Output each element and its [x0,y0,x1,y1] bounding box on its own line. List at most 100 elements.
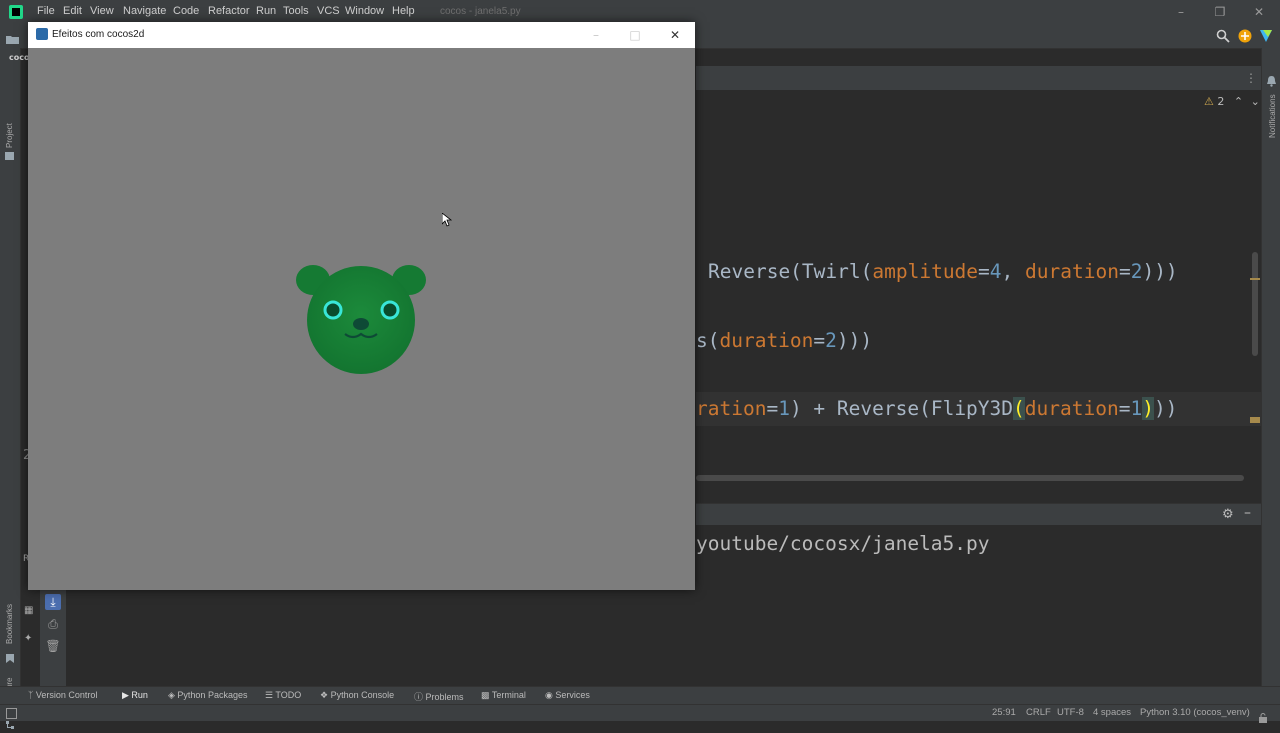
prev-highlight-icon[interactable]: ⌃ [1234,95,1243,108]
scroll-mark [1250,278,1260,280]
inspection-widget[interactable]: ⚠ 2 ⌃ ⌄ [1204,95,1260,108]
code-number: 1 [778,397,790,420]
bear-right-eye [380,300,400,320]
project-tool-tab[interactable]: Project [5,123,14,148]
tool-services[interactable]: ◉ Services [545,690,590,701]
delete-icon[interactable]: 🗑 [45,638,61,654]
tool-window-bar: ᛉ Version Control ▶ Run ◈ Python Package… [0,686,1280,705]
code-number: 4 [989,260,1002,283]
menu-view[interactable]: View [90,5,114,17]
lock-icon[interactable] [1258,708,1268,723]
folder-icon[interactable] [6,30,20,44]
code-number: 2 [825,329,837,352]
tool-version-control[interactable]: ᛉ Version Control [28,690,97,700]
ide-close-button[interactable]: ✕ [1249,3,1269,21]
tool-todo[interactable]: ☰ TODO [265,690,301,701]
code-number: 2 [1130,260,1143,283]
code-token: ))) [1142,260,1178,283]
cocos2d-window[interactable]: Efeitos com cocos2d – □ ✕ [28,22,695,590]
line-separator[interactable]: CRLF [1026,707,1051,718]
menu-window[interactable]: Window [345,5,384,17]
code-token: = [813,329,826,352]
vcs-icon: ᛉ [28,690,36,700]
bookmarks-tool-tab[interactable]: Bookmarks [5,604,14,644]
menu-vcs[interactable]: VCS [317,5,340,17]
update-icon[interactable] [1238,28,1252,43]
code-editor[interactable]: Reverse(Twirl(amplitude=4, duration=2)))… [696,90,1261,494]
search-icon[interactable] [1216,28,1230,43]
mouse-cursor-icon [441,212,453,231]
more-options-icon[interactable]: ⋮ [1245,71,1257,85]
hide-panel-icon[interactable]: – [1244,505,1251,521]
code-token: ))) [836,329,873,352]
code-token: , [1001,260,1026,283]
console-icon: ❖ [320,690,331,700]
file-encoding[interactable]: UTF-8 [1057,707,1084,718]
settings-gear-icon[interactable]: ⚙ [1222,507,1234,522]
indent-setting[interactable]: 4 spaces [1093,707,1131,718]
code-token: s( [696,329,720,352]
project-folder-icon [5,152,14,160]
code-token: = [1118,260,1131,283]
app-minimize-button[interactable]: – [586,26,606,44]
pin-icon[interactable]: ✦ [24,633,36,645]
notifications-tool-tab[interactable]: Notifications [1268,94,1277,138]
app-maximize-button[interactable]: □ [625,26,645,44]
code-token: = [1118,397,1131,420]
tool-run[interactable]: ▶ Run [122,690,148,701]
menu-refactor[interactable]: Refactor [208,5,250,17]
menu-bar: File Edit View Navigate Code Refactor Ru… [0,0,1280,24]
editor-horizontal-scrollbar[interactable] [696,475,1244,481]
menu-edit[interactable]: Edit [63,5,82,17]
cocos2d-titlebar[interactable]: Efeitos com cocos2d – □ ✕ [28,22,695,48]
code-token: = [766,397,779,420]
notifications-bell-icon[interactable] [1266,72,1277,87]
cursor-position[interactable]: 25:91 [992,707,1016,718]
run-play-icon: ▶ [122,690,132,700]
scroll-mark [1250,417,1260,423]
print-icon[interactable]: ⎙ [45,616,61,632]
menu-tools[interactable]: Tools [283,5,309,17]
tool-terminal[interactable]: ▩ Terminal [481,690,526,701]
code-param: duration [719,329,814,352]
menu-help[interactable]: Help [392,5,415,17]
services-icon: ◉ [545,690,556,700]
bear-left-eye [323,300,343,320]
code-token: = [978,260,990,283]
menu-code[interactable]: Code [173,5,199,17]
code-line-flipy3d: ration=1) + Reverse(FlipY3D(duration=1))… [696,397,1177,420]
problems-icon: ⓘ [414,692,426,702]
cocos2d-canvas[interactable] [28,48,695,590]
tool-problems[interactable]: ⓘ Problems [414,690,464,703]
bookmark-icon [6,648,14,663]
layout-icon[interactable]: ▦ [24,605,36,617]
tool-python-packages[interactable]: ◈ Python Packages [168,690,247,701]
menu-navigate[interactable]: Navigate [123,5,166,17]
python-app-icon [36,28,48,40]
project-tab-fragment: coco [9,53,30,62]
right-tool-strip: Notifications [1261,48,1280,686]
status-bar: 25:91 CRLF UTF-8 4 spaces Python 3.10 (c… [0,704,1280,723]
code-param: duration [1024,397,1119,420]
app-close-button[interactable]: ✕ [665,26,685,44]
ide-minimize-button[interactable]: – [1171,3,1191,21]
menu-file[interactable]: File [37,5,55,17]
code-number: 1 [1130,397,1143,420]
layout-toggle-icon[interactable] [6,708,17,719]
todo-icon: ☰ [265,690,276,700]
run-panel-header: ⚙ – [696,503,1261,526]
left-tool-strip: coco Project 2 R Bookmarks Structure [0,48,31,729]
python-interpreter[interactable]: Python 3.10 (cocos_venv) [1140,707,1250,718]
jetbrains-ai-icon[interactable] [1259,28,1273,42]
scroll-to-end-icon[interactable]: ⤓ [45,594,61,610]
editor-vertical-scrollbar[interactable] [1252,252,1258,356]
code-line-twirl: Reverse(Twirl(amplitude=4, duration=2))) [708,260,1178,283]
code-param: ration [696,397,767,420]
ide-restore-button[interactable]: ❐ [1210,3,1230,21]
menu-run[interactable]: Run [256,5,276,17]
run-console-output[interactable]: youtube/cocosx/janela5.py [696,525,1261,686]
next-highlight-icon[interactable]: ⌄ [1251,95,1260,108]
tool-python-console[interactable]: ❖ Python Console [320,690,394,701]
ide-window-title: cocos - janela5.py [440,6,521,17]
code-token: ) + Reverse(FlipY3D [789,397,1014,420]
